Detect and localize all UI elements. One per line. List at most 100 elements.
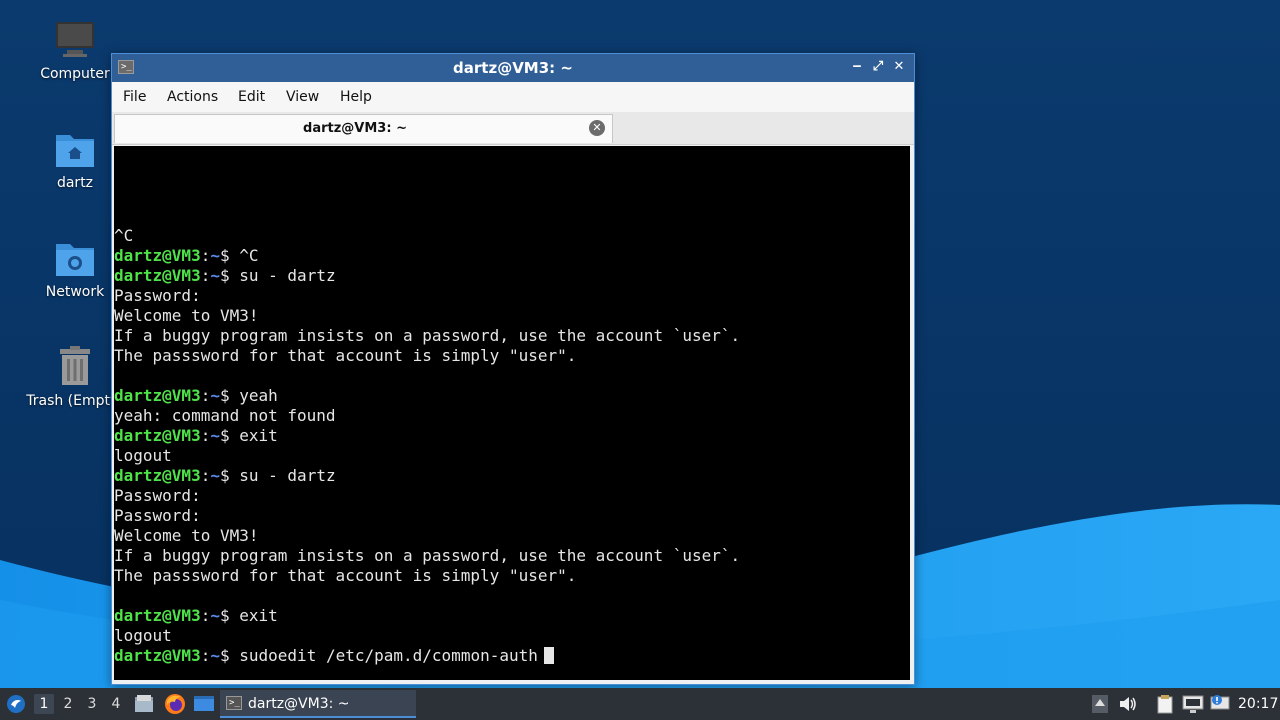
prompt-path: ~ — [210, 646, 220, 665]
window-titlebar[interactable]: >_ dartz@VM3: ~ ‒ ⤢ ✕ — [112, 54, 914, 82]
prompt-symbol: $ — [219, 386, 230, 405]
clipboard-icon[interactable] — [1156, 694, 1174, 714]
prompt-separator: : — [200, 266, 211, 285]
prompt-user-host: dartz@VM3 — [114, 386, 201, 405]
clock: 20:17 — [1238, 696, 1279, 712]
prompt-separator: : — [200, 606, 211, 625]
prompt-user-host: dartz@VM3 — [114, 646, 201, 665]
terminal-command-line: dartz@VM3:~$ su - dartz — [114, 466, 740, 486]
menu-actions[interactable]: Actions — [167, 89, 218, 105]
prompt-symbol: $ — [219, 466, 230, 485]
volume-icon[interactable] — [1118, 695, 1138, 713]
menu-bar: File Actions Edit View Help — [112, 82, 914, 112]
close-button[interactable]: ✕ — [890, 58, 908, 76]
tray-up-arrow-icon[interactable] — [1092, 695, 1108, 713]
taskbar: 1 2 3 4 >_ dartz@VM3: ~ 20:17 — [0, 688, 1280, 720]
prompt-user-host: dartz@VM3 — [114, 426, 201, 445]
terminal-output-line: If a buggy program insists on a password… — [114, 546, 741, 565]
show-desktop-icon[interactable] — [193, 694, 215, 714]
command-text: su - dartz — [229, 466, 336, 485]
prompt-path: ~ — [210, 246, 220, 265]
desktop-icon-label: Trash (Empty) — [26, 393, 124, 409]
terminal-icon: >_ — [226, 696, 242, 710]
terminal-command-line: dartz@VM3:~$ yeah — [114, 386, 740, 406]
workspace-2[interactable]: 2 — [58, 694, 78, 714]
prompt-path: ~ — [210, 266, 220, 285]
prompt-separator: : — [200, 386, 211, 405]
notification-icon[interactable] — [1210, 694, 1230, 714]
home-folder-icon — [56, 135, 94, 167]
task-label: dartz@VM3: ~ — [248, 696, 350, 712]
terminal-output-line: Welcome to VM3! — [114, 526, 259, 545]
terminal-output-line: Password: — [114, 486, 201, 505]
computer-icon — [56, 22, 94, 57]
prompt-user-host: dartz@VM3 — [114, 466, 201, 485]
command-text: exit — [229, 426, 278, 445]
desktop-icon-label: dartz — [56, 175, 94, 191]
command-text: yeah — [229, 386, 278, 405]
terminal-command-line: dartz@VM3:~$ exit — [114, 426, 740, 446]
prompt-symbol: $ — [219, 426, 230, 445]
prompt-user-host: dartz@VM3 — [114, 246, 201, 265]
command-text: ^C — [229, 246, 259, 265]
prompt-separator: : — [200, 426, 211, 445]
terminal-output-line: The passsword for that account is simply… — [114, 346, 577, 365]
command-text: su - dartz — [229, 266, 336, 285]
terminal-lines: ^C dartz@VM3:~$ ^C dartz@VM3:~$ su - dartz… — [114, 226, 740, 666]
prompt-separator: : — [200, 246, 211, 265]
workspace-1[interactable]: 1 — [34, 694, 54, 714]
window-title: dartz@VM3: ~ — [453, 59, 573, 77]
tab-terminal[interactable]: dartz@VM3: ~ ✕ — [114, 114, 613, 143]
tab-bar: dartz@VM3: ~ ✕ — [112, 112, 914, 145]
terminal-output-line: The passsword for that account is simply… — [114, 566, 577, 585]
prompt-symbol: $ — [219, 646, 230, 665]
terminal-window[interactable]: >_ dartz@VM3: ~ ‒ ⤢ ✕ File Actions Edit … — [111, 53, 915, 685]
prompt-separator: : — [200, 466, 211, 485]
prompt-path: ~ — [210, 466, 220, 485]
terminal-command-line: dartz@VM3:~$ exit — [114, 606, 740, 626]
prompt-user-host: dartz@VM3 — [114, 606, 201, 625]
start-menu-icon[interactable] — [6, 694, 26, 714]
desktop-icon-label: Computer — [40, 66, 110, 82]
terminal-command-line: dartz@VM3:~$ su - dartz — [114, 266, 740, 286]
file-manager-icon[interactable] — [134, 694, 154, 714]
prompt-separator: : — [200, 646, 211, 665]
tab-close-icon[interactable]: ✕ — [589, 120, 605, 136]
taskbar-task-terminal[interactable]: >_ dartz@VM3: ~ — [220, 690, 416, 718]
menu-edit[interactable]: Edit — [238, 89, 265, 105]
desktop-icon-label: Network — [45, 284, 105, 300]
workspace-3[interactable]: 3 — [82, 694, 102, 714]
terminal-output[interactable]: ^C dartz@VM3:~$ ^C dartz@VM3:~$ su - dartz… — [114, 146, 910, 680]
maximize-button[interactable]: ⤢ — [869, 58, 887, 76]
terminal-output-line: If a buggy program insists on a password… — [114, 326, 741, 345]
trash-icon — [60, 346, 90, 385]
command-text: sudoedit /etc/pam.d/common-auth — [229, 646, 538, 665]
terminal-output-line: yeah: command not found — [114, 406, 336, 425]
prompt-symbol: $ — [219, 606, 230, 625]
workspace-4[interactable]: 4 — [106, 694, 126, 714]
prompt-user-host: dartz@VM3 — [114, 266, 201, 285]
terminal-output-line: Password: — [114, 506, 201, 525]
network-status-icon[interactable] — [1182, 694, 1204, 714]
terminal-output-line: logout — [114, 626, 172, 645]
firefox-icon[interactable] — [164, 693, 186, 715]
terminal-command-line: dartz@VM3:~$ ^C — [114, 246, 740, 266]
menu-help[interactable]: Help — [340, 89, 372, 105]
text-cursor — [543, 647, 554, 664]
terminal-output-line: ^C — [114, 226, 134, 245]
menu-view[interactable]: View — [286, 89, 319, 105]
prompt-symbol: $ — [219, 246, 230, 265]
terminal-output-line: Password: — [114, 286, 201, 305]
terminal-output-line: logout — [114, 446, 172, 465]
minimize-button[interactable]: ‒ — [848, 58, 866, 76]
prompt-path: ~ — [210, 386, 220, 405]
terminal-command-line: dartz@VM3:~$ sudoedit /etc/pam.d/common-… — [114, 646, 740, 666]
prompt-symbol: $ — [219, 266, 230, 285]
command-text: exit — [229, 606, 278, 625]
prompt-path: ~ — [210, 606, 220, 625]
menu-file[interactable]: File — [123, 89, 146, 105]
tab-label: dartz@VM3: ~ — [303, 121, 407, 136]
terminal-output-line: Welcome to VM3! — [114, 306, 259, 325]
